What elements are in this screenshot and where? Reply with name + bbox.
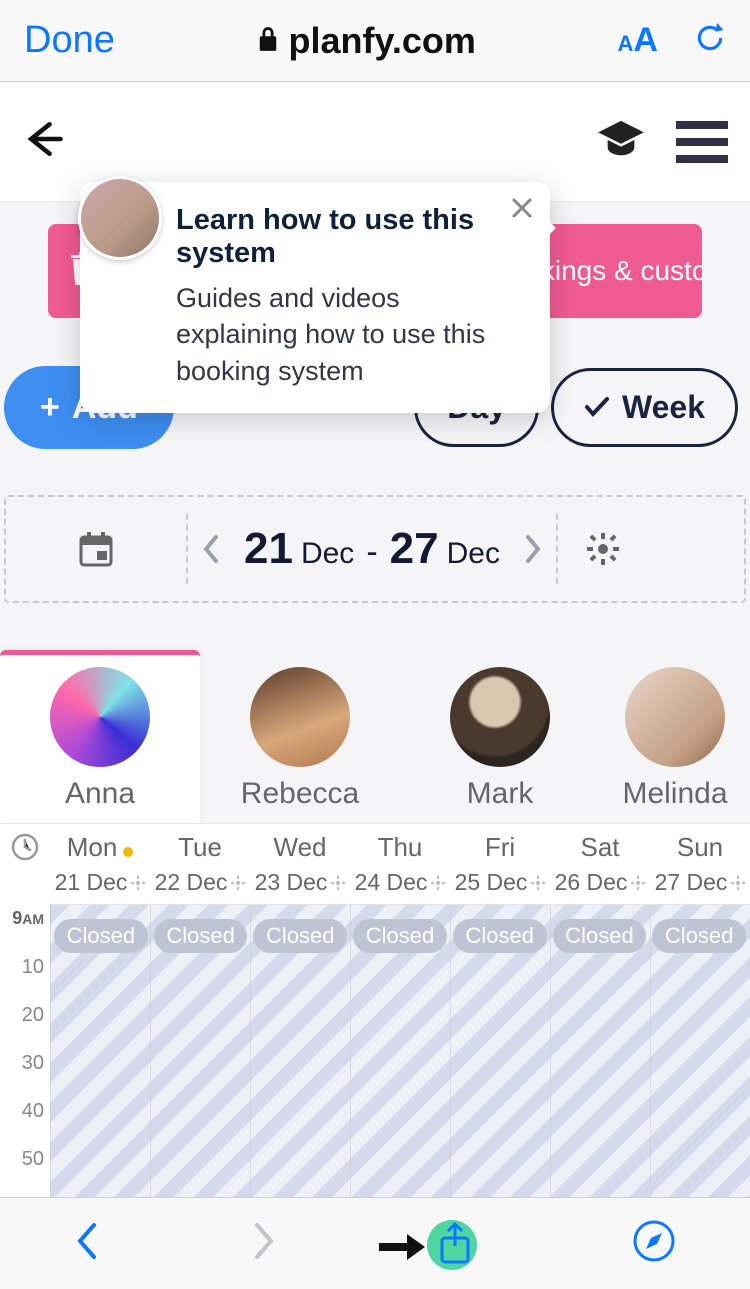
date-cell[interactable]: 27 Dec [650,869,750,904]
day-settings-icon[interactable] [731,869,745,896]
next-range-button[interactable] [508,534,556,564]
date-range-bar: 21 Dec - 27 Dec [4,495,746,603]
avatar [50,667,150,767]
day-settings-icon[interactable] [131,869,145,896]
date-cell[interactable]: 24 Dec [350,869,450,904]
browser-top-bar: Done planfy.com AA [0,0,750,82]
staff-tab-melinda[interactable]: Melinda [600,655,750,823]
date-cell[interactable]: 23 Dec [250,869,350,904]
end-month: Dec [447,537,500,571]
day-settings-icon[interactable] [431,869,445,896]
staff-tab-mark[interactable]: Mark [400,655,600,823]
back-button[interactable] [22,117,66,166]
calendar-settings-button[interactable] [558,533,648,565]
day-settings-icon[interactable] [531,869,545,896]
tooltip-avatar [78,176,162,260]
text-size-button[interactable]: AA [618,21,658,60]
closed-chip: Closed [553,919,647,953]
onboarding-tooltip: Learn how to use this system Guides and … [80,182,550,413]
date-cell[interactable]: 26 Dec [550,869,650,904]
tooltip-close-button[interactable] [510,196,534,225]
staff-tab-anna[interactable]: Anna [0,650,200,823]
lock-icon [257,20,279,62]
end-day: 27 [390,524,439,574]
day-header[interactable]: Sat [550,824,650,869]
closed-chip: Closed [154,919,248,953]
date-cell[interactable]: 22 Dec [150,869,250,904]
day-header[interactable]: Thu [350,824,450,869]
day-header[interactable]: Sun [650,824,750,869]
date-row: 21 Dec 22 Dec 23 Dec 24 Dec 25 Dec 26 De… [0,869,750,904]
hint-arrow-icon [379,1234,425,1265]
closed-chip: Closed [54,919,148,953]
done-button[interactable]: Done [24,19,115,62]
staff-name: Mark [400,777,600,811]
day-header[interactable]: Wed [250,824,350,869]
staff-name: Melinda [600,777,750,811]
help-academy-button[interactable] [596,119,646,164]
view-week-button[interactable]: Week [551,368,738,447]
tooltip-title: Learn how to use this system [176,204,526,270]
date-cell[interactable]: 25 Dec [450,869,550,904]
day-header[interactable]: Mon [50,824,150,869]
avatar [250,667,350,767]
day-header[interactable]: Fri [450,824,550,869]
browser-forward-button[interactable] [249,1221,277,1266]
staff-name: Rebecca [200,777,400,811]
day-header[interactable]: Tue [150,824,250,869]
browser-back-button[interactable] [74,1221,102,1266]
day-settings-icon[interactable] [331,869,345,896]
address-bar[interactable]: planfy.com [257,20,476,62]
url-domain: planfy.com [289,20,476,62]
time-gutter: 9AM 10 20 30 40 50 [0,904,50,1204]
day-settings-icon[interactable] [631,869,645,896]
today-indicator [123,847,133,857]
closed-chips: Closed Closed Closed Closed Closed Close… [50,919,750,953]
start-day: 21 [244,524,293,574]
menu-button[interactable] [676,121,728,163]
week-label: Week [622,389,705,426]
reload-button[interactable] [694,20,726,61]
plus-icon: + [40,388,60,427]
calendar-picker-button[interactable] [6,530,186,568]
browser-bottom-bar [0,1197,750,1289]
staff-name: Anna [0,777,200,811]
calendar-grid[interactable]: 9AM 10 20 30 40 50 Closed Closed Closed … [0,904,750,1204]
app-header: Learn how to use this system Guides and … [0,82,750,202]
staff-tabs: Anna Rebecca Mark Melinda [0,647,750,823]
closed-chip: Closed [453,919,547,953]
share-button[interactable] [425,1216,485,1272]
avatar [450,667,550,767]
closed-chip: Closed [652,919,746,953]
staff-tab-rebecca[interactable]: Rebecca [200,655,400,823]
clock-icon [0,824,50,869]
date-range-label[interactable]: 21 Dec - 27 Dec [236,524,508,574]
check-icon [584,389,610,426]
date-cell[interactable]: 21 Dec [50,869,150,904]
day-headers: Mon Tue Wed Thu Fri Sat Sun [0,823,750,869]
safari-compass-button[interactable] [632,1219,676,1268]
closed-chip: Closed [253,919,347,953]
tooltip-body: Guides and videos explaining how to use … [176,280,526,389]
prev-range-button[interactable] [188,534,236,564]
start-month: Dec [301,537,354,571]
avatar [625,667,725,767]
closed-chip: Closed [353,919,447,953]
day-settings-icon[interactable] [231,869,245,896]
